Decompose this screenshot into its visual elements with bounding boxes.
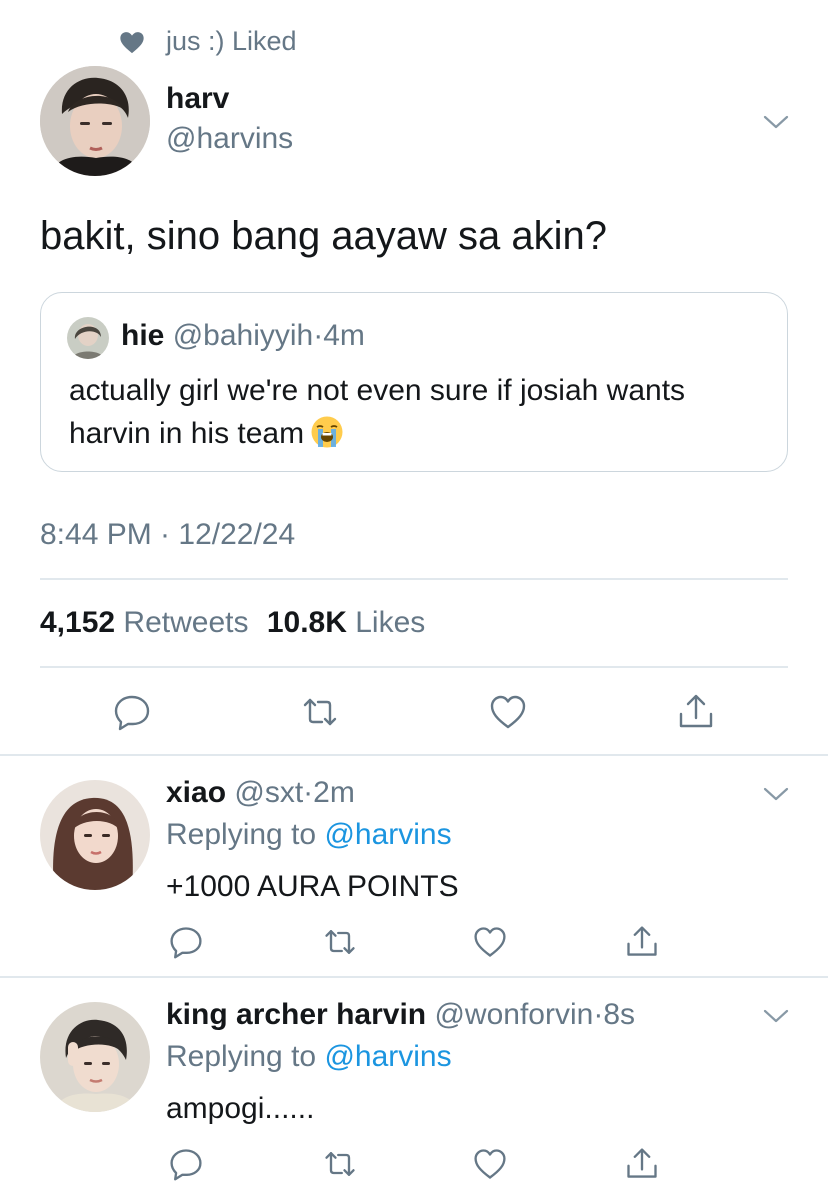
- replying-to-prefix: Replying to: [166, 818, 317, 851]
- author-name[interactable]: harv: [166, 82, 229, 116]
- share-icon[interactable]: [624, 1146, 660, 1182]
- reply-author-name[interactable]: xiao: [166, 776, 226, 809]
- loudly-crying-face-icon: [310, 415, 344, 449]
- reply-time: 2m: [313, 776, 355, 809]
- reply-icon[interactable]: [112, 692, 152, 732]
- reply-menu-chevron-down-icon[interactable]: [762, 784, 790, 804]
- reply-text: ampogi......: [166, 1092, 315, 1125]
- reply-author-handle[interactable]: @sxt: [234, 776, 303, 809]
- reply-separator: ·: [303, 776, 314, 809]
- quoted-author-name[interactable]: hie: [121, 319, 164, 352]
- retweets-label[interactable]: Retweets: [123, 606, 248, 639]
- likes-label[interactable]: Likes: [355, 606, 425, 639]
- share-icon[interactable]: [676, 692, 716, 732]
- like-icon[interactable]: [472, 1146, 508, 1182]
- tweet-timestamp[interactable]: 8:44 PM · 12/22/24: [40, 518, 295, 552]
- reply-text: +1000 AURA POINTS: [166, 870, 459, 903]
- tweet-text: bakit, sino bang aayaw sa akin?: [40, 214, 608, 258]
- reply-author-name[interactable]: king archer harvin: [166, 998, 426, 1031]
- reply-time: 8s: [603, 998, 635, 1031]
- divider: [40, 666, 788, 668]
- liked-heart-icon: [118, 28, 146, 56]
- reply-separator: ·: [593, 998, 604, 1031]
- tweet-stats: 4,152 Retweets 10.8K Likes: [40, 606, 425, 640]
- reply-author-handle[interactable]: @wonforvin: [434, 998, 593, 1031]
- author-avatar[interactable]: [40, 66, 150, 176]
- reply-header: king archer harvin @wonforvin·8s: [166, 998, 635, 1032]
- retweet-icon[interactable]: [300, 692, 340, 732]
- retweet-icon[interactable]: [322, 1146, 358, 1182]
- reply-header: xiao @sxt·2m: [166, 776, 355, 810]
- quoted-tweet-text: actually girl we're not even sure if jos…: [69, 374, 686, 450]
- quoted-author-handle[interactable]: @bahiyyih: [173, 319, 314, 352]
- quoted-tweet-header: hie @bahiyyih·4m: [121, 319, 365, 353]
- replying-to-mention[interactable]: @harvins: [324, 818, 451, 851]
- quoted-tweet-text-block: actually girl we're not even sure if jos…: [69, 369, 769, 455]
- replying-to-line: Replying to @harvins: [166, 818, 452, 852]
- quoted-author-avatar: [67, 317, 109, 359]
- replying-to-prefix: Replying to: [166, 1040, 317, 1073]
- replying-to-line: Replying to @harvins: [166, 1040, 452, 1074]
- divider: [40, 578, 788, 580]
- likes-count[interactable]: 10.8K: [267, 606, 347, 639]
- quoted-separator: ·: [313, 319, 324, 352]
- social-context-text[interactable]: jus :) Liked: [166, 26, 297, 57]
- quoted-tweet-card[interactable]: hie @bahiyyih·4m actually girl we're not…: [40, 292, 788, 472]
- replying-to-mention[interactable]: @harvins: [324, 1040, 451, 1073]
- reply-icon[interactable]: [168, 1146, 204, 1182]
- divider: [0, 976, 828, 978]
- reply-author-avatar[interactable]: [40, 780, 150, 890]
- like-icon[interactable]: [488, 692, 528, 732]
- like-icon[interactable]: [472, 924, 508, 960]
- author-handle[interactable]: @harvins: [166, 122, 293, 156]
- reply-author-avatar[interactable]: [40, 1002, 150, 1112]
- share-icon[interactable]: [624, 924, 660, 960]
- retweets-count[interactable]: 4,152: [40, 606, 115, 639]
- reply-menu-chevron-down-icon[interactable]: [762, 1006, 790, 1026]
- tweet-menu-chevron-down-icon[interactable]: [762, 112, 790, 132]
- divider: [0, 754, 828, 756]
- reply-icon[interactable]: [168, 924, 204, 960]
- quoted-time: 4m: [323, 319, 365, 352]
- retweet-icon[interactable]: [322, 924, 358, 960]
